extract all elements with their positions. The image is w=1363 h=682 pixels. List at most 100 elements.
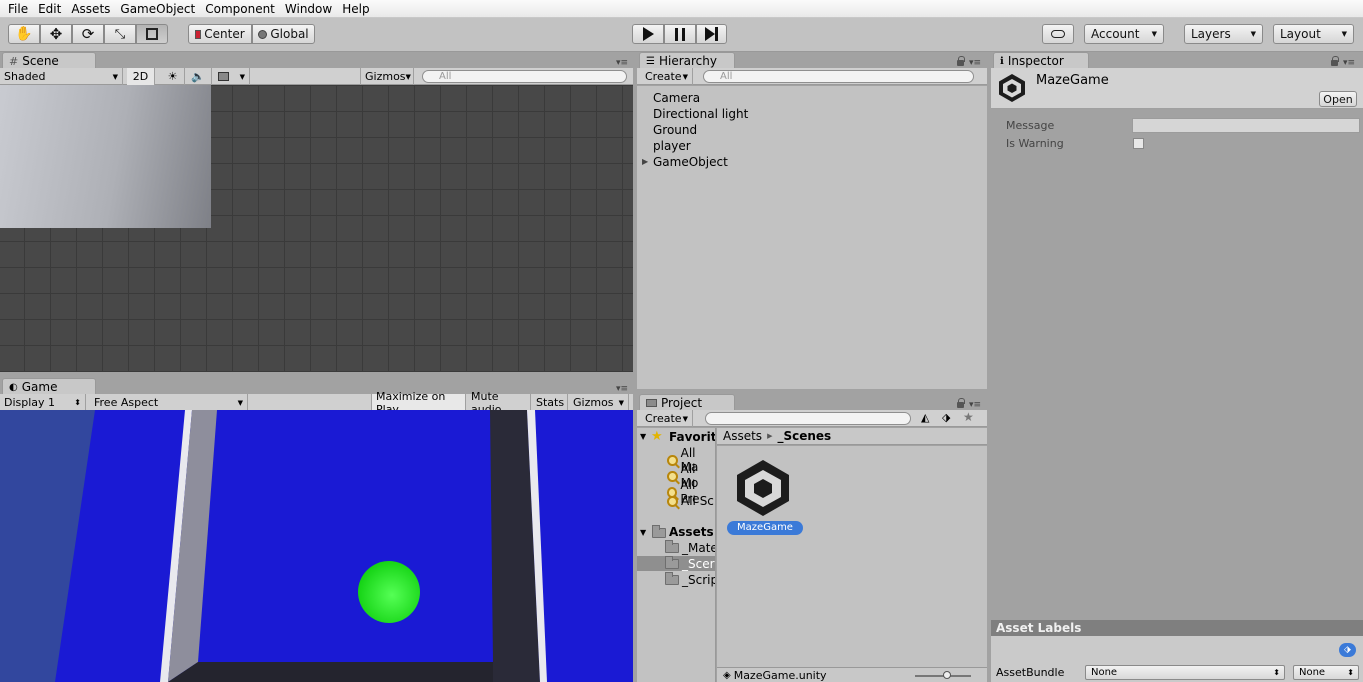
mute-audio-toggle[interactable]: Mute audio bbox=[467, 390, 531, 416]
list-icon: ☰ bbox=[646, 55, 655, 67]
asset-name-selected[interactable]: MazeGame bbox=[727, 521, 803, 535]
game-viewport[interactable] bbox=[0, 410, 633, 682]
folder-scripts[interactable]: _Scrip bbox=[665, 572, 715, 587]
hierarchy-search-input[interactable]: All bbox=[703, 70, 974, 83]
tag-icon[interactable]: ⬗ bbox=[1339, 643, 1356, 657]
menu-bar: File Edit Assets GameObject Component Wi… bbox=[0, 0, 1363, 18]
game-render bbox=[0, 410, 547, 682]
pivot-center-button[interactable]: Center bbox=[188, 24, 252, 44]
open-button[interactable]: Open bbox=[1319, 91, 1357, 107]
maze-outer-floor bbox=[0, 410, 95, 682]
folder-materials[interactable]: _Mate bbox=[665, 540, 715, 555]
layers-dropdown[interactable]: Layers ▼ bbox=[1184, 24, 1263, 44]
panel-menu-icon[interactable]: ▾≡ bbox=[969, 400, 981, 410]
filter-type-icon[interactable]: ◭ bbox=[921, 411, 929, 424]
scene-skybox-object bbox=[0, 85, 211, 228]
tab-scene[interactable]: # Scene bbox=[2, 52, 96, 69]
player-ball bbox=[358, 561, 420, 623]
display-dropdown[interactable]: Display 1 ⬍ bbox=[0, 394, 86, 411]
hierarchy-item-player[interactable]: player bbox=[653, 139, 691, 153]
menu-component[interactable]: Component bbox=[200, 2, 280, 16]
shading-dropdown[interactable]: Shaded ▼ bbox=[0, 68, 123, 85]
step-button[interactable] bbox=[696, 24, 727, 44]
project-create-dropdown[interactable]: Create ▼ bbox=[641, 410, 693, 427]
audio-toggle[interactable]: 🔈 bbox=[185, 68, 212, 85]
effects-dropdown[interactable]: ▼ bbox=[214, 68, 250, 85]
folder-scenes[interactable]: _Scer bbox=[665, 556, 715, 571]
maximize-on-play-toggle[interactable]: Maximize on Play bbox=[371, 390, 466, 416]
message-field[interactable] bbox=[1132, 118, 1360, 133]
project-footer: ◈ MazeGame.unity bbox=[717, 667, 987, 682]
play-button[interactable] bbox=[632, 24, 664, 44]
tab-inspector[interactable]: ℹ Inspector bbox=[993, 52, 1089, 69]
panel-menu-icon[interactable]: ▾≡ bbox=[1343, 58, 1355, 68]
lock-icon[interactable] bbox=[1331, 56, 1339, 66]
vertical-splitter[interactable] bbox=[633, 52, 637, 682]
panel-menu-icon[interactable]: ▾≡ bbox=[616, 384, 628, 394]
hierarchy-item-directional-light[interactable]: Directional light bbox=[653, 107, 748, 121]
filter-label-icon[interactable]: ⬗ bbox=[942, 411, 950, 424]
tab-hierarchy[interactable]: ☰ Hierarchy bbox=[639, 52, 735, 69]
unity-scene-icon[interactable] bbox=[733, 458, 793, 518]
cloud-icon bbox=[1051, 30, 1065, 38]
assets-root-label[interactable]: Assets bbox=[669, 525, 714, 539]
hierarchy-item-ground[interactable]: Ground bbox=[653, 123, 697, 137]
star-icon[interactable]: ★ bbox=[963, 410, 974, 424]
unity-scene-icon bbox=[999, 74, 1025, 102]
panel-menu-icon[interactable]: ▾≡ bbox=[969, 58, 981, 68]
2d-toggle[interactable]: 2D bbox=[127, 68, 155, 85]
tab-project[interactable]: Project bbox=[639, 394, 735, 411]
move-tool-button[interactable]: ✥ bbox=[40, 24, 72, 44]
breadcrumb-assets[interactable]: Assets bbox=[723, 429, 762, 443]
star-icon: ★ bbox=[651, 429, 663, 444]
menu-help[interactable]: Help bbox=[337, 2, 374, 16]
project-search-input[interactable] bbox=[705, 412, 911, 425]
assetbundle-name-dropdown[interactable]: None ⬍ bbox=[1085, 665, 1285, 680]
menu-file[interactable]: File bbox=[3, 2, 33, 16]
hand-tool-button[interactable]: ✋ bbox=[8, 24, 40, 44]
account-dropdown[interactable]: Account ▼ bbox=[1084, 24, 1164, 44]
panel-menu-icon[interactable]: ▾≡ bbox=[616, 58, 628, 68]
rotate-tool-button[interactable]: ⟳ bbox=[72, 24, 104, 44]
scale-tool-button[interactable]: ⤡ bbox=[104, 24, 136, 44]
aspect-dropdown[interactable]: Free Aspect ▼ bbox=[90, 394, 248, 411]
hierarchy-item-camera[interactable]: Camera bbox=[653, 91, 700, 105]
dropdown-arrow-icon: ▼ bbox=[1250, 30, 1256, 38]
assetbundle-variant-dropdown[interactable]: None ⬍ bbox=[1293, 665, 1359, 680]
rect-tool-button[interactable] bbox=[136, 24, 168, 44]
cloud-button[interactable] bbox=[1042, 24, 1074, 44]
scene-toolbar: Shaded ▼ 2D ☀ 🔈 ▼ Gizmos ▼ All bbox=[0, 68, 633, 85]
pivot-global-button[interactable]: Global bbox=[252, 24, 315, 44]
favorites-label[interactable]: Favorit bbox=[669, 430, 715, 444]
breadcrumb-scenes[interactable]: _Scenes bbox=[777, 429, 831, 443]
folder-icon bbox=[646, 399, 657, 407]
zoom-slider-thumb[interactable] bbox=[943, 671, 951, 679]
game-gizmos-dropdown[interactable]: Gizmos ▼ bbox=[569, 394, 629, 411]
move-icon: ✥ bbox=[49, 25, 63, 43]
lighting-toggle[interactable]: ☀ bbox=[161, 68, 185, 85]
layout-dropdown[interactable]: Layout ▼ bbox=[1273, 24, 1354, 44]
chevron-right-icon: ▶ bbox=[767, 432, 773, 440]
lock-icon[interactable] bbox=[957, 56, 965, 66]
menu-assets[interactable]: Assets bbox=[66, 2, 115, 16]
dropdown-arrow-icon: ⬍ bbox=[1347, 668, 1354, 677]
favorite-all-scripts[interactable]: All Sc bbox=[667, 494, 714, 508]
hierarchy-item-gameobject[interactable]: GameObject bbox=[653, 155, 728, 169]
unity-small-icon: ◈ bbox=[723, 669, 731, 681]
stats-toggle[interactable]: Stats bbox=[532, 394, 568, 411]
scene-viewport[interactable] bbox=[0, 85, 633, 372]
tab-game[interactable]: ◐ Game bbox=[2, 378, 96, 395]
hierarchy-create-dropdown[interactable]: Create ▼ bbox=[641, 68, 693, 85]
pause-button[interactable] bbox=[664, 24, 696, 44]
menu-gameobject[interactable]: GameObject bbox=[115, 2, 200, 16]
gizmos-dropdown[interactable]: Gizmos ▼ bbox=[360, 68, 414, 85]
expand-arrow-icon[interactable]: ▼ bbox=[640, 528, 646, 537]
expand-arrow-icon[interactable]: ▼ bbox=[640, 432, 646, 441]
menu-edit[interactable]: Edit bbox=[33, 2, 66, 16]
is-warning-checkbox[interactable] bbox=[1133, 138, 1144, 149]
menu-window[interactable]: Window bbox=[280, 2, 337, 16]
lock-icon[interactable] bbox=[957, 398, 965, 408]
scene-search-input[interactable]: All bbox=[422, 70, 627, 83]
vertical-splitter[interactable] bbox=[987, 52, 991, 682]
expand-arrow-icon[interactable]: ▶ bbox=[642, 157, 648, 166]
